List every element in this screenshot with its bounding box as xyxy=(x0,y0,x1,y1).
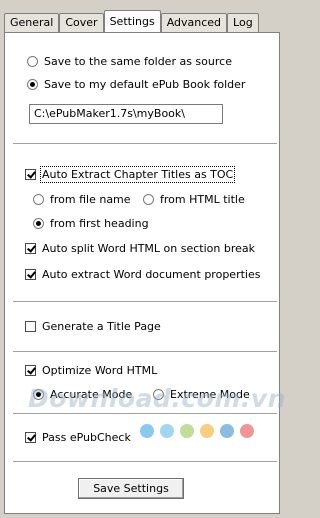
from-html-title-label: from HTML title xyxy=(160,193,245,206)
auto-extract-toc-option[interactable]: Auto Extract Chapter Titles as TOC xyxy=(25,166,236,183)
auto-split-label: Auto split Word HTML on section break xyxy=(42,242,256,255)
from-file-name-radio[interactable] xyxy=(33,194,44,205)
auto-split-option[interactable]: Auto split Word HTML on section break xyxy=(25,242,255,255)
optimize-option[interactable]: Optimize Word HTML xyxy=(25,364,157,377)
tab-log[interactable]: Log xyxy=(227,13,259,32)
auto-extract-toc-checkbox[interactable] xyxy=(25,169,36,180)
tab-settings[interactable]: Settings xyxy=(103,10,161,32)
title-page-option[interactable]: Generate a Title Page xyxy=(25,320,161,333)
save-settings-button[interactable]: Save Settings xyxy=(78,478,184,499)
pass-epubcheck-label: Pass ePubCheck xyxy=(42,431,131,444)
from-file-name-label: from file name xyxy=(50,193,131,206)
same-folder-label: Save to the same folder as source xyxy=(44,55,232,68)
same-folder-radio[interactable] xyxy=(27,56,38,67)
pass-epubcheck-option[interactable]: Pass ePubCheck xyxy=(25,431,131,444)
divider xyxy=(13,143,277,145)
divider xyxy=(13,461,277,463)
divider xyxy=(13,301,277,303)
extreme-mode-label: Extreme Mode xyxy=(170,388,250,401)
auto-extract-toc-label: Auto Extract Chapter Titles as TOC xyxy=(39,166,236,183)
same-folder-option[interactable]: Save to the same folder as source xyxy=(27,55,232,68)
from-first-heading-label: from first heading xyxy=(50,217,149,230)
auto-extract-props-label: Auto extract Word document properties xyxy=(42,268,261,281)
default-folder-radio[interactable] xyxy=(27,79,38,90)
accurate-mode-label: Accurate Mode xyxy=(50,388,133,401)
from-file-name-option[interactable]: from file name xyxy=(33,193,131,206)
accurate-mode-option[interactable]: Accurate Mode xyxy=(33,388,132,401)
default-folder-label: Save to my default ePub Book folder xyxy=(44,78,246,91)
from-first-heading-radio[interactable] xyxy=(33,218,44,229)
tab-cover[interactable]: Cover xyxy=(59,13,104,32)
default-folder-option[interactable]: Save to my default ePub Book folder xyxy=(27,78,245,91)
pass-epubcheck-checkbox[interactable] xyxy=(25,432,36,443)
from-first-heading-option[interactable]: from first heading xyxy=(33,217,149,230)
from-html-title-option[interactable]: from HTML title xyxy=(143,193,245,206)
extreme-mode-option[interactable]: Extreme Mode xyxy=(153,388,250,401)
auto-split-checkbox[interactable] xyxy=(25,243,36,254)
auto-extract-props-checkbox[interactable] xyxy=(25,269,36,280)
folder-path-input[interactable]: C:\ePubMaker1.7s\myBook\ xyxy=(29,104,223,124)
extreme-mode-radio[interactable] xyxy=(153,389,164,400)
title-page-label: Generate a Title Page xyxy=(42,320,161,333)
title-page-checkbox[interactable] xyxy=(25,321,36,332)
optimize-label: Optimize Word HTML xyxy=(42,364,158,377)
optimize-checkbox[interactable] xyxy=(25,365,36,376)
tab-strip: General Cover Settings Advanced Log xyxy=(4,10,259,32)
auto-extract-props-option[interactable]: Auto extract Word document properties xyxy=(25,268,260,281)
tab-general[interactable]: General xyxy=(4,13,60,32)
divider xyxy=(13,351,277,353)
divider xyxy=(13,413,277,415)
tab-advanced[interactable]: Advanced xyxy=(160,13,228,32)
settings-panel: Save to the same folder as source Save t… xyxy=(4,32,280,514)
accurate-mode-radio[interactable] xyxy=(33,389,44,400)
from-html-title-radio[interactable] xyxy=(143,194,154,205)
